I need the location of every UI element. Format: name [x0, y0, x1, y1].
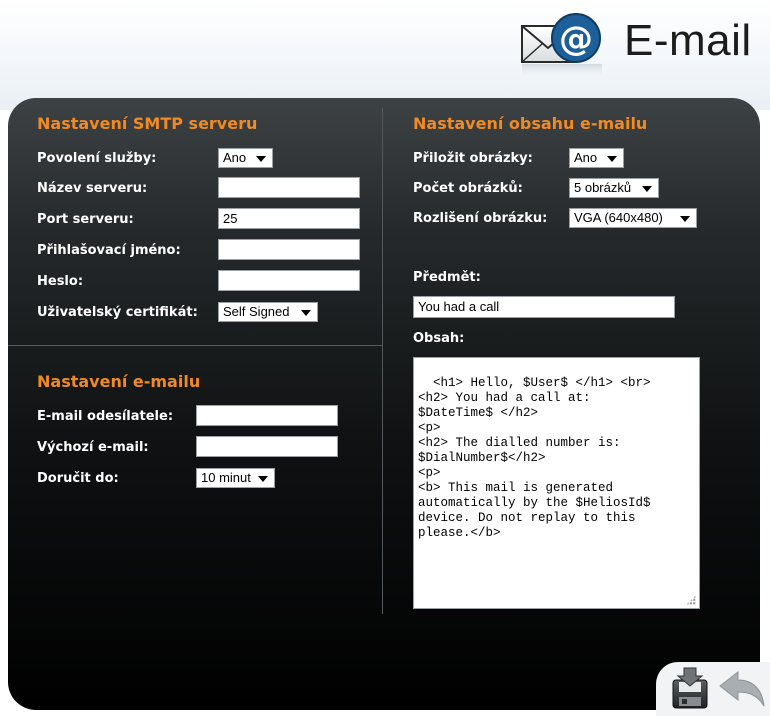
image-count-label: Počet obrázků: — [413, 181, 523, 196]
chevron-down-icon — [256, 156, 266, 162]
attach-images-value: Ano — [574, 150, 598, 165]
body-text: <h1> Hello, $User$ </h1> <br> <h2> You h… — [418, 376, 651, 540]
service-value: Ano — [223, 150, 247, 165]
image-count-value: 5 obrázků — [574, 180, 632, 195]
body-label: Obsah: — [413, 331, 465, 346]
attach-images-select[interactable]: Ano — [569, 148, 624, 168]
resolution-label: Rozlišení obrázku: — [413, 211, 548, 226]
section-divider — [8, 345, 382, 346]
subject-label: Předmět: — [413, 270, 481, 285]
server-name-input[interactable] — [218, 177, 360, 198]
column-divider — [382, 108, 383, 614]
service-label: Povolení služby: — [37, 151, 157, 166]
password-label: Heslo: — [37, 274, 84, 289]
sender-input[interactable] — [196, 405, 338, 426]
certificate-select[interactable]: Self Signed — [218, 302, 318, 322]
svg-text:@: @ — [559, 19, 593, 59]
deliver-until-select[interactable]: 10 minut — [196, 468, 275, 488]
page-title: E-mail — [624, 16, 752, 65]
certificate-label: Uživatelský certifikát: — [37, 305, 198, 320]
resize-grip-icon[interactable] — [686, 595, 696, 605]
attach-images-label: Přiložit obrázky: — [413, 151, 533, 166]
back-arrow-icon[interactable] — [718, 670, 766, 710]
service-select[interactable]: Ano — [218, 148, 273, 168]
subject-input[interactable]: You had a call — [413, 296, 675, 318]
smtp-section-title: Nastavení SMTP serveru — [37, 114, 258, 133]
sender-label: E-mail odesílatele: — [37, 409, 174, 424]
certificate-value: Self Signed — [223, 304, 290, 319]
content-section-title: Nastavení obsahu e-mailu — [413, 114, 648, 133]
chevron-down-icon — [301, 310, 311, 316]
body-textarea[interactable]: <h1> Hello, $User$ </h1> <br> <h2> You h… — [413, 357, 700, 609]
default-email-label: Výchozí e-mail: — [37, 440, 149, 455]
login-label: Přihlašovací jméno: — [37, 243, 181, 258]
image-count-select[interactable]: 5 obrázků — [569, 178, 659, 198]
email-section-title: Nastavení e-mailu — [37, 372, 201, 391]
resolution-select[interactable]: VGA (640x480) — [569, 208, 697, 228]
save-icon[interactable] — [670, 666, 710, 710]
chevron-down-icon — [258, 476, 268, 482]
deliver-until-value: 10 minut — [201, 470, 251, 485]
password-input[interactable] — [218, 270, 360, 291]
port-input[interactable]: 25 — [218, 208, 360, 229]
chevron-down-icon — [642, 186, 652, 192]
chevron-down-icon — [680, 216, 690, 222]
port-label: Port serveru: — [37, 212, 134, 227]
deliver-until-label: Doručit do: — [37, 471, 119, 486]
default-email-input[interactable] — [196, 436, 338, 457]
chevron-down-icon — [607, 156, 617, 162]
resolution-value: VGA (640x480) — [574, 210, 663, 225]
server-name-label: Název serveru: — [37, 181, 148, 196]
login-input[interactable] — [218, 239, 360, 260]
email-at-icon: @ — [521, 13, 602, 80]
